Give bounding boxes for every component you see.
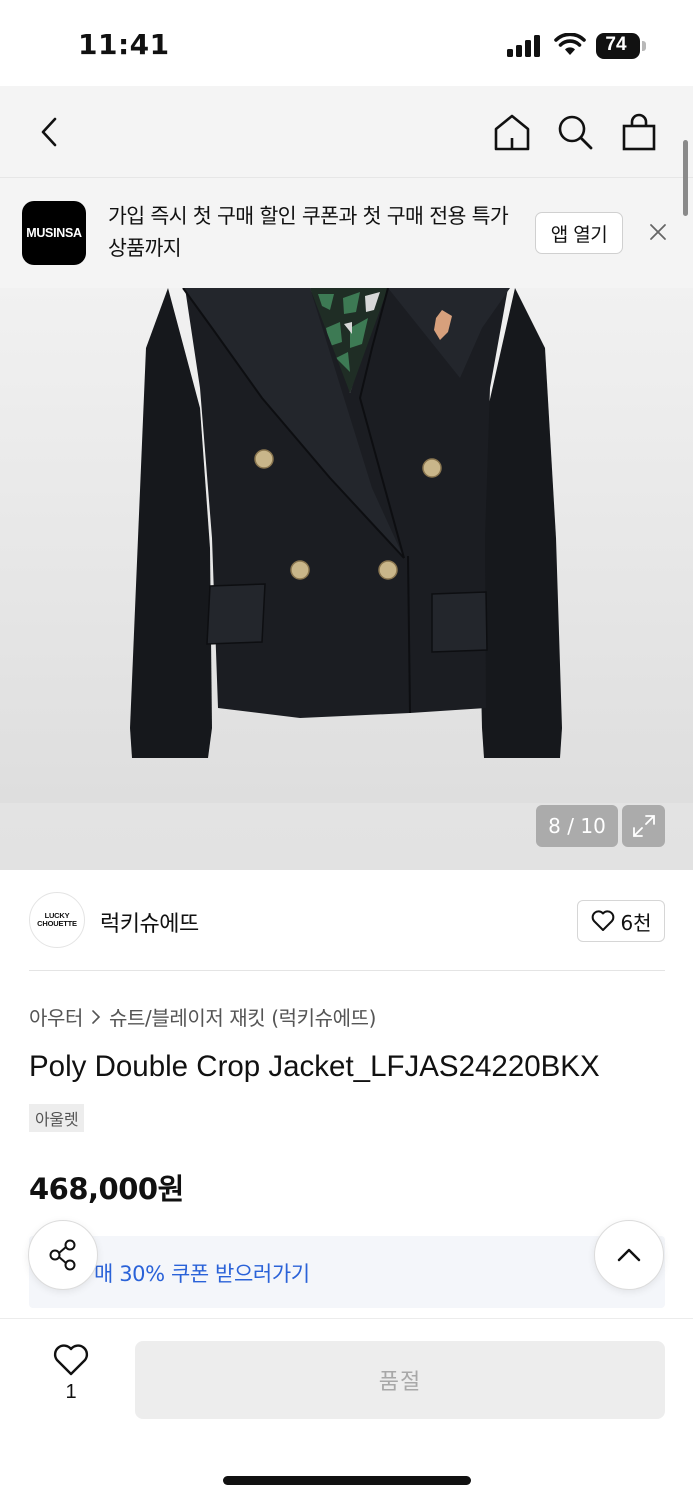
brand-logo[interactable]: LUCKY CHOUETTE [29, 892, 85, 948]
coupon-banner[interactable]: 매 30% 쿠폰 받으러가기 [29, 1236, 665, 1308]
expand-icon [632, 815, 655, 837]
battery-icon: 74 [596, 33, 648, 59]
heart-icon [53, 1344, 89, 1376]
breadcrumb: 아우터 슈트/블레이저 재킷 (럭키슈에뜨) [29, 1002, 376, 1031]
product-image-gallery[interactable]: 8 / 10 [0, 288, 693, 870]
chevron-left-icon [41, 117, 57, 147]
search-icon [558, 115, 593, 150]
product-like-count: 1 [65, 1381, 77, 1403]
sold-out-button[interactable]: 품절 [135, 1341, 665, 1419]
product-photo [130, 288, 562, 758]
share-icon [49, 1239, 76, 1271]
product-price: 468,000원 [29, 1172, 184, 1206]
close-icon [650, 224, 666, 240]
battery-level: 74 [605, 34, 627, 55]
brand-row[interactable]: LUCKY CHOUETTE 럭키슈에뜨 6천 [0, 870, 693, 971]
app-install-banner: MUSINSA 가입 즉시 첫 구매 할인 쿠폰과 첫 구매 전용 특가 상품까… [0, 178, 693, 288]
status-time: 11:41 [78, 28, 170, 61]
bottom-purchase-bar: 1 품절 [0, 1318, 693, 1500]
home-indicator [223, 1476, 471, 1485]
musinsa-logo: MUSINSA [22, 201, 86, 265]
brand-name[interactable]: 럭키슈에뜨 [100, 906, 199, 938]
heart-icon [592, 910, 615, 931]
search-button[interactable] [551, 108, 599, 156]
product-title: Poly Double Crop Jacket_LFJAS24220BKX [29, 1050, 600, 1083]
open-app-button[interactable]: 앱 열기 [535, 212, 623, 254]
expand-image-button[interactable] [622, 805, 665, 847]
cart-button[interactable] [615, 108, 663, 156]
status-bar: 11:41 74 [0, 0, 693, 86]
product-like-button[interactable]: 1 [42, 1343, 100, 1413]
breadcrumb-category[interactable]: 아우터 [29, 1002, 83, 1031]
outlet-badge: 아울렛 [29, 1104, 85, 1132]
chevron-right-icon [92, 1009, 101, 1024]
cellular-signal-icon [507, 35, 540, 57]
shopping-bag-icon [622, 113, 656, 151]
share-button[interactable] [28, 1220, 98, 1290]
brand-like-button[interactable]: 6천 [577, 900, 665, 942]
scroll-to-top-button[interactable] [594, 1220, 664, 1290]
back-button[interactable] [26, 108, 74, 156]
home-icon [494, 114, 530, 151]
top-navigation [0, 86, 693, 178]
scroll-indicator[interactable] [683, 140, 688, 216]
brand-like-count: 6천 [620, 910, 652, 935]
divider [29, 970, 665, 971]
banner-message: 가입 즉시 첫 구매 할인 쿠폰과 첫 구매 전용 특가 상품까지 [108, 204, 509, 260]
home-button[interactable] [488, 108, 536, 156]
image-counter: 8 / 10 [536, 805, 618, 847]
coupon-text[interactable]: 매 30% 쿠폰 받으러가기 [94, 1258, 310, 1288]
wifi-icon [554, 33, 586, 55]
chevron-up-icon [617, 1248, 641, 1262]
banner-close-button[interactable] [640, 214, 676, 250]
breadcrumb-subcategory[interactable]: 슈트/블레이저 재킷 (럭키슈에뜨) [109, 1002, 376, 1031]
